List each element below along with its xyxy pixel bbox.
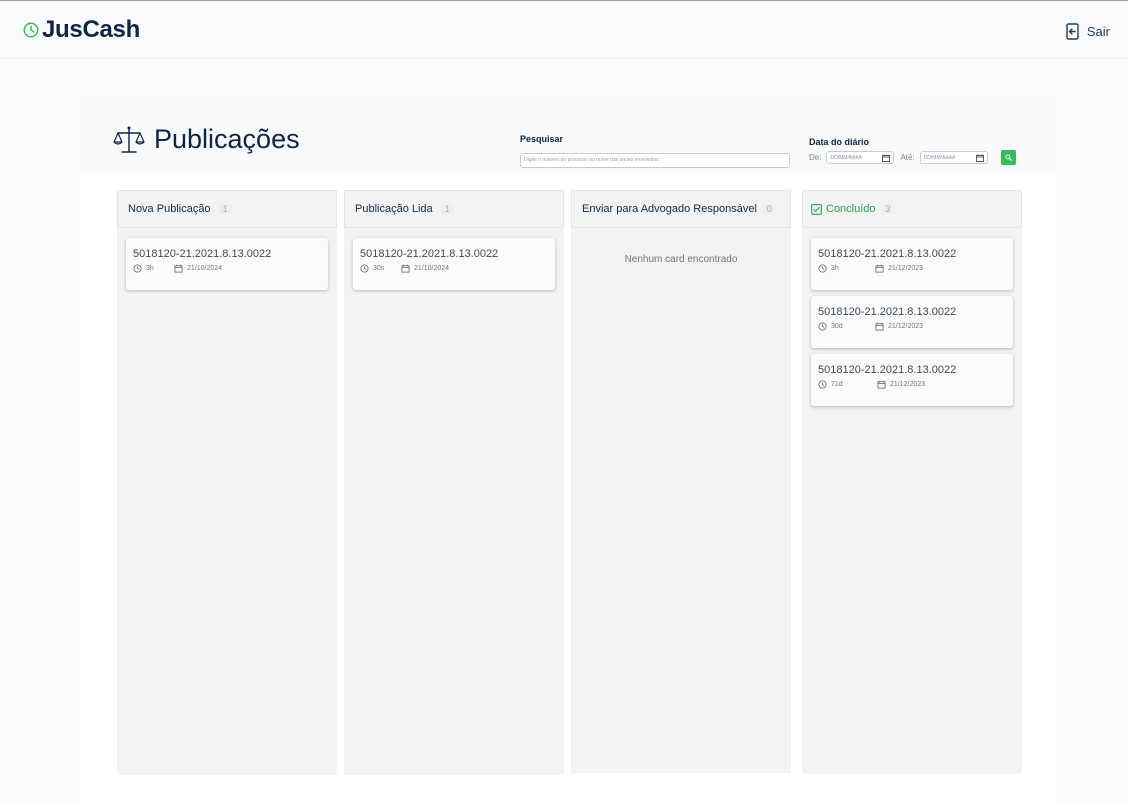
search-block: Pesquisar <box>520 134 790 168</box>
publication-card[interactable]: 5018120-21.2021.8.13.0022 30s 21/10/2024 <box>353 238 555 290</box>
column-title: Enviar para Advogado Responsável <box>582 203 757 215</box>
card-elapsed: 3h <box>831 265 839 272</box>
column-concluido: Concluído 3 5018120-21.2021.8.13.0022 3h… <box>802 190 1022 774</box>
card-elapsed: 30d <box>831 323 843 330</box>
search-label: Pesquisar <box>520 134 564 144</box>
column-title: Concluído <box>826 203 876 215</box>
publication-card[interactable]: 5018120-21.2021.8.13.0022 3h 21/12/2023 <box>811 238 1013 290</box>
card-elapsed: 30s <box>373 265 385 272</box>
clock-icon <box>818 322 827 331</box>
column-title: Publicação Lida <box>355 203 433 215</box>
column-nova-publicacao: Nova Publicação 1 5018120-21.2021.8.13.0… <box>117 190 337 775</box>
card-process-number: 5018120-21.2021.8.13.0022 <box>818 248 957 260</box>
date-filter-label: Data do diário <box>809 137 870 147</box>
card-elapsed: 3h <box>146 265 154 272</box>
search-button[interactable] <box>1000 150 1016 165</box>
calendar-icon <box>875 322 884 331</box>
card-meta: 30d 21/12/2023 <box>818 322 1006 331</box>
column-count: 1 <box>440 204 454 214</box>
clock-icon <box>818 380 827 389</box>
date-to-label: Até: <box>900 153 915 162</box>
clock-icon <box>133 264 142 273</box>
column-enviar-advogado: Enviar para Advogado Responsável 0 Nenhu… <box>571 190 791 773</box>
logo[interactable]: JusCash <box>22 16 140 44</box>
card-meta: 3h 21/12/2023 <box>818 264 1006 273</box>
publication-card[interactable]: 5018120-21.2021.8.13.0022 71d 21/12/2023 <box>811 354 1013 406</box>
scales-icon <box>113 126 145 153</box>
date-filter: Data do diário De: DD/MM/AAAA Até: DD/MM… <box>809 137 1016 165</box>
brand-name: JusCash <box>42 16 140 43</box>
calendar-icon[interactable] <box>882 154 891 162</box>
page-title: Publicações <box>154 124 300 154</box>
column-count: 0 <box>762 204 776 214</box>
card-process-number: 5018120-21.2021.8.13.0022 <box>360 248 499 260</box>
logout-icon <box>1066 23 1079 40</box>
calendar-icon <box>401 264 410 273</box>
column-header: Publicação Lida 1 <box>344 190 564 228</box>
column-header: Nova Publicação 1 <box>117 190 337 228</box>
calendar-icon <box>877 380 886 389</box>
column-header: Concluído 3 <box>802 190 1022 228</box>
card-date: 21/12/2023 <box>888 265 924 272</box>
date-filter-row: De: DD/MM/AAAA Até: DD/MM/AAAA <box>809 150 1016 165</box>
logout-button[interactable]: Sair <box>1066 23 1110 40</box>
empty-message: Nenhum card encontrado <box>624 254 738 265</box>
logout-label: Sair <box>1086 24 1110 39</box>
card-date: 21/12/2023 <box>890 381 926 388</box>
card-process-number: 5018120-21.2021.8.13.0022 <box>818 364 957 376</box>
card-date: 21/10/2024 <box>187 265 223 272</box>
clock-icon <box>360 264 369 273</box>
column-count: 3 <box>881 204 895 214</box>
date-from-input[interactable]: DD/MM/AAAA <box>826 151 895 164</box>
search-input[interactable] <box>520 152 790 168</box>
date-from-placeholder: DD/MM/AAAA <box>830 154 863 161</box>
card-meta: 30s 21/10/2024 <box>360 264 548 273</box>
date-from-label: De: <box>809 153 822 162</box>
calendar-icon <box>174 264 183 273</box>
checkbox-icon <box>811 203 822 215</box>
publication-card[interactable]: 5018120-21.2021.8.13.0022 30d 21/12/2023 <box>811 296 1013 348</box>
card-elapsed: 71d <box>831 381 843 388</box>
search-icon <box>1005 154 1012 161</box>
column-count: 1 <box>218 204 232 214</box>
publication-card[interactable]: 5018120-21.2021.8.13.0022 3h 21/10/2024 <box>126 238 328 290</box>
calendar-icon[interactable] <box>975 154 984 162</box>
calendar-icon <box>875 264 884 273</box>
column-header: Enviar para Advogado Responsável 0 <box>571 190 791 228</box>
clock-icon <box>818 264 827 273</box>
column-title: Nova Publicação <box>128 203 211 215</box>
top-bar: JusCash Sair <box>0 0 1128 59</box>
clock-logo-icon <box>23 22 39 38</box>
card-process-number: 5018120-21.2021.8.13.0022 <box>133 248 272 260</box>
card-date: 21/12/2023 <box>888 323 924 330</box>
page-header: Publicações <box>112 124 300 155</box>
date-to-input[interactable]: DD/MM/AAAA <box>919 151 988 164</box>
card-process-number: 5018120-21.2021.8.13.0022 <box>818 306 957 318</box>
card-meta: 71d 21/12/2023 <box>818 380 1006 389</box>
card-date: 21/10/2024 <box>414 265 450 272</box>
column-publicacao-lida: Publicação Lida 1 5018120-21.2021.8.13.0… <box>344 190 564 775</box>
date-to-placeholder: DD/MM/AAAA <box>923 154 956 161</box>
card-meta: 3h 21/10/2024 <box>133 264 321 273</box>
